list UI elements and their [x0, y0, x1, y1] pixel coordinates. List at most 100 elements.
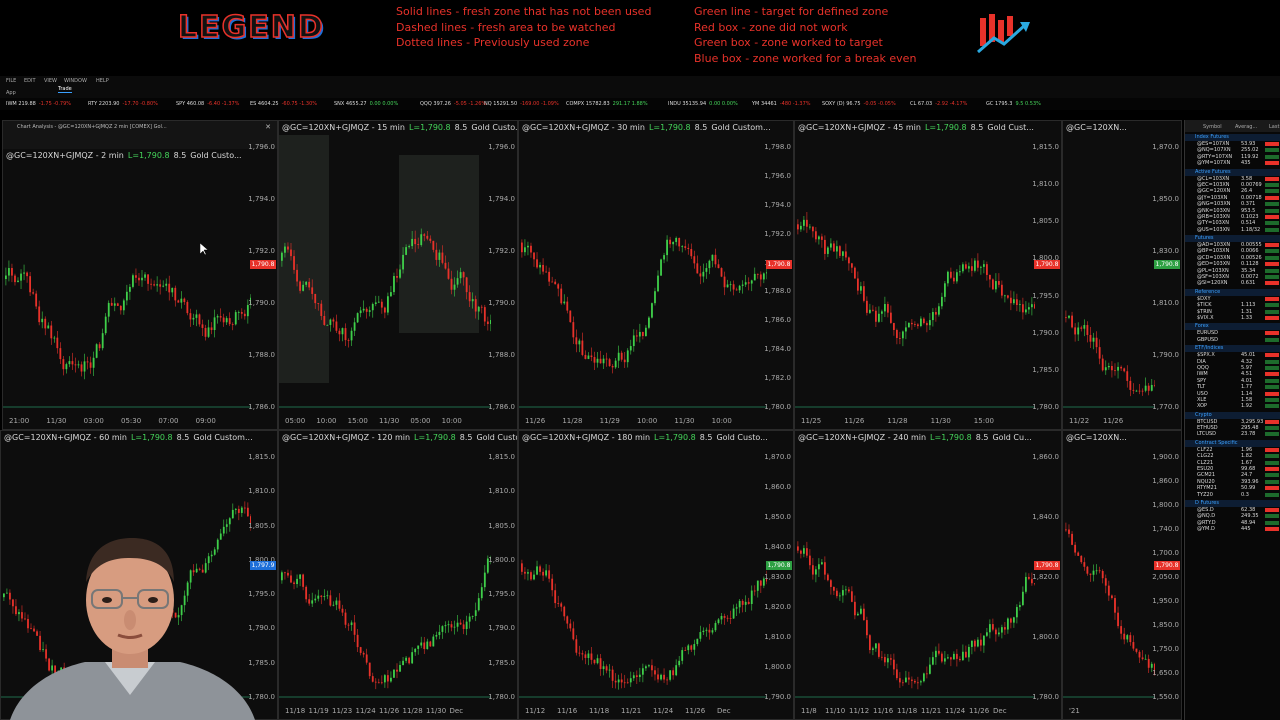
watchlist-row[interactable]: TYZ20 0.3	[1185, 492, 1280, 498]
watchlist-section[interactable]: Index Futures	[1185, 134, 1280, 141]
ticker-item[interactable]: YM 34461 -480 -1.37%	[752, 101, 811, 107]
watchlist-row[interactable]: @SI=120XN 0.631	[1185, 280, 1280, 286]
watchlist-section[interactable]: Crypto	[1185, 411, 1280, 419]
time-axis[interactable]: 21:00 11/30 03:00 05:30 07:00 09:00	[3, 416, 251, 428]
price-axis[interactable]: 1,900.0 1,860.0 1,800.0 1,740.0 1,700.0 2,050…	[1152, 445, 1181, 703]
watchlist-section[interactable]: Reference	[1185, 288, 1280, 296]
ticker-item[interactable]: SNX 4655.27 0.00 0.00%	[334, 101, 398, 107]
chart-instrument-name: Gold Cust...	[987, 123, 1034, 132]
watchlist-section[interactable]: Futures	[1185, 235, 1280, 243]
price-axis[interactable]: 1,860.0 1,840.0 1,820.0 1,800.0 1,780.0	[1032, 445, 1061, 703]
menu-view[interactable]: VIEW	[44, 78, 57, 84]
time-axis[interactable]: 11/22 11/26	[1063, 416, 1155, 428]
ticker-symbol: SPY 460.08	[176, 101, 205, 107]
candlestick-plot[interactable]	[279, 445, 491, 703]
price-axis[interactable]: 1,870.0 1,860.0 1,850.0 1,840.0 1,830.0 1,820…	[764, 445, 793, 703]
price-chart[interactable]: @GC=120XN+GJMQZ - 45 min L=1,790.8 8.5 Gold…	[794, 120, 1062, 430]
watchlist-row[interactable]: LTCUSD 23.78	[1185, 431, 1280, 437]
candle-body	[917, 682, 919, 684]
ticker-item[interactable]: NQ 15291.50 -169.00 -1.09%	[484, 101, 559, 107]
candle-body	[287, 246, 289, 250]
time-axis[interactable]: 11/26 11/28 11/29 10:00 11/30 10:00	[519, 416, 767, 428]
watchlist-row[interactable]: @YM.D 445	[1185, 526, 1280, 532]
ticker-item[interactable]: IWM 219.88 -1.75 -0.79%	[6, 101, 71, 107]
price-tick: 1,810.0	[248, 487, 275, 496]
candlestick-plot[interactable]	[519, 135, 767, 413]
ticker-item[interactable]: ES 4604.25 -60.75 -1.30%	[250, 101, 317, 107]
candle-body	[362, 652, 365, 655]
candle-body	[41, 318, 44, 323]
candle-body	[696, 263, 699, 274]
close-icon[interactable]: ✕	[265, 123, 271, 131]
col-symbol[interactable]: Symbol	[1203, 124, 1222, 130]
menu-edit[interactable]: EDIT	[24, 78, 36, 84]
last-price-cell	[1265, 432, 1279, 437]
tab-trade[interactable]: Trade	[58, 86, 72, 93]
price-axis[interactable]: 1,870.0 1,850.0 1,830.0 1,810.0 1,790.0 1,770…	[1152, 135, 1181, 413]
ticker-item[interactable]: COMPX 15782.83 291.17 1.88%	[566, 101, 648, 107]
watchlist-section[interactable]: Active Futures	[1185, 168, 1280, 176]
col-average[interactable]: Averag...	[1235, 124, 1257, 130]
time-tick: Dec	[717, 707, 731, 715]
candle-body	[231, 509, 234, 519]
candle-body	[527, 572, 529, 574]
price-chart[interactable]: @GC=120XN... 1,900.0 1,860.0 1,800.0 1,740.0…	[1062, 430, 1182, 720]
candlestick-plot[interactable]	[1063, 135, 1155, 413]
candle-body	[5, 275, 7, 280]
price-axis[interactable]: 1,796.0 1,794.0 1,792.0 1,790.0 1,788.0 1,786…	[488, 135, 517, 413]
candle-body	[830, 580, 832, 587]
price-chart[interactable]: @GC=120XN+GJMQZ - 120 min L=1,790.8 8.5 Gol…	[278, 430, 518, 720]
ticker-item[interactable]: SOXY (D) 96.75 -0.05 -0.05%	[822, 101, 896, 107]
candle-body	[821, 236, 823, 240]
watchlist-row[interactable]: @YM=107XN 435	[1185, 160, 1280, 166]
last-price-cell	[1265, 303, 1279, 308]
watchlist-section[interactable]: Forex	[1185, 323, 1280, 331]
candle-body	[848, 589, 850, 592]
candlestick-plot[interactable]	[519, 445, 767, 703]
price-chart[interactable]: @GC=120XN+GJMQZ - 30 min L=1,790.8 8.5 Gold…	[518, 120, 794, 430]
ticker-item[interactable]: CL 67.03 -2.92 -4.17%	[910, 101, 967, 107]
time-axis[interactable]: 05:00 10:00 15:00 11/30 05:00 10:00	[279, 416, 491, 428]
watchlist-section[interactable]: D Futures	[1185, 499, 1280, 507]
candle-body	[396, 276, 398, 278]
ticker-item[interactable]: SPY 460.08 -6.40 -1.37%	[176, 101, 239, 107]
price-chart[interactable]: @GC=120XN+GJMQZ - 240 min L=1,790.8 8.5 Gol…	[794, 430, 1062, 720]
menu-window[interactable]: WINDOW	[64, 78, 87, 84]
menu-help[interactable]: HELP	[96, 78, 109, 84]
candle-body	[228, 318, 231, 325]
ticker-change: 0.00 0.00%	[709, 101, 738, 107]
ticker-item[interactable]: INDU 35135.94 0.00 0.00%	[668, 101, 738, 107]
price-chart[interactable]: @GC=120XN+GJMQZ - 15 min L=1,790.8 8.5 Gold…	[278, 120, 518, 430]
candlestick-plot[interactable]	[795, 135, 1035, 413]
watchlist-section[interactable]: Contract Specific	[1185, 439, 1280, 447]
watchlist-row[interactable]: GBPUSD	[1185, 337, 1280, 343]
watchlist-section[interactable]: ETF/Indices	[1185, 345, 1280, 353]
ticker-item[interactable]: RTY 2203.90 -17.70 -0.80%	[88, 101, 158, 107]
price-chart[interactable]: @GC=120XN+GJMQZ - 2 min L=1,790.8 8.5 Gold …	[2, 120, 278, 430]
watchlist-row[interactable]: XOP 1.92	[1185, 403, 1280, 409]
candlestick-plot[interactable]	[795, 445, 1035, 703]
time-axis[interactable]: 11/25 11/26 11/28 11/30 15:00	[795, 416, 1035, 428]
candle-body	[1126, 635, 1129, 640]
time-axis[interactable]: '21	[1063, 706, 1155, 718]
col-last[interactable]: Last	[1269, 124, 1279, 130]
ticker-item[interactable]: QQQ 397.26 -5.05 -1.26%	[420, 101, 486, 107]
time-axis[interactable]: 11/12 11/16 11/18 11/21 11/24 11/26 Dec	[519, 706, 767, 718]
watchlist-row[interactable]: $VIX.X 1.33	[1185, 315, 1280, 321]
watchlist-row[interactable]: @US=103XN 1.18/32	[1185, 227, 1280, 233]
time-axis[interactable]: 11/8 11/10 11/12 11/16 11/18 11/21 11/24 11/26 D…	[795, 706, 1035, 718]
candle-body	[216, 316, 219, 318]
ticker-item[interactable]: GC 1795.3 9.5 0.53%	[986, 101, 1041, 107]
price-axis[interactable]: 1,815.0 1,810.0 1,805.0 1,800.0 1,795.0 1,790…	[1032, 135, 1061, 413]
time-axis[interactable]: 11/18 11/19 11/23 11/24 11/26 11/28 11/30 Dec	[279, 706, 491, 718]
menu-file[interactable]: FILE	[6, 78, 16, 84]
candlestick-plot[interactable]	[3, 135, 251, 413]
candlestick-plot[interactable]	[1063, 445, 1155, 703]
price-chart[interactable]: @GC=120XN+GJMQZ - 180 min L=1,790.8 8.5 Gol…	[518, 430, 794, 720]
price-axis[interactable]: 1,796.0 1,794.0 1,792.0 1,790.0 1,788.0 1,786…	[248, 135, 277, 413]
candlestick-plot[interactable]	[279, 135, 491, 413]
price-axis[interactable]: 1,815.0 1,810.0 1,805.0 1,800.0 1,795.0 1,790…	[488, 445, 517, 703]
tab-app[interactable]: App	[6, 90, 16, 96]
price-chart[interactable]: @GC=120XN... 1,870.0 1,850.0 1,830.0 1,810.0…	[1062, 120, 1182, 430]
price-axis[interactable]: 1,798.01,796.01,794.01,792.01,790.01,788…	[764, 135, 793, 413]
